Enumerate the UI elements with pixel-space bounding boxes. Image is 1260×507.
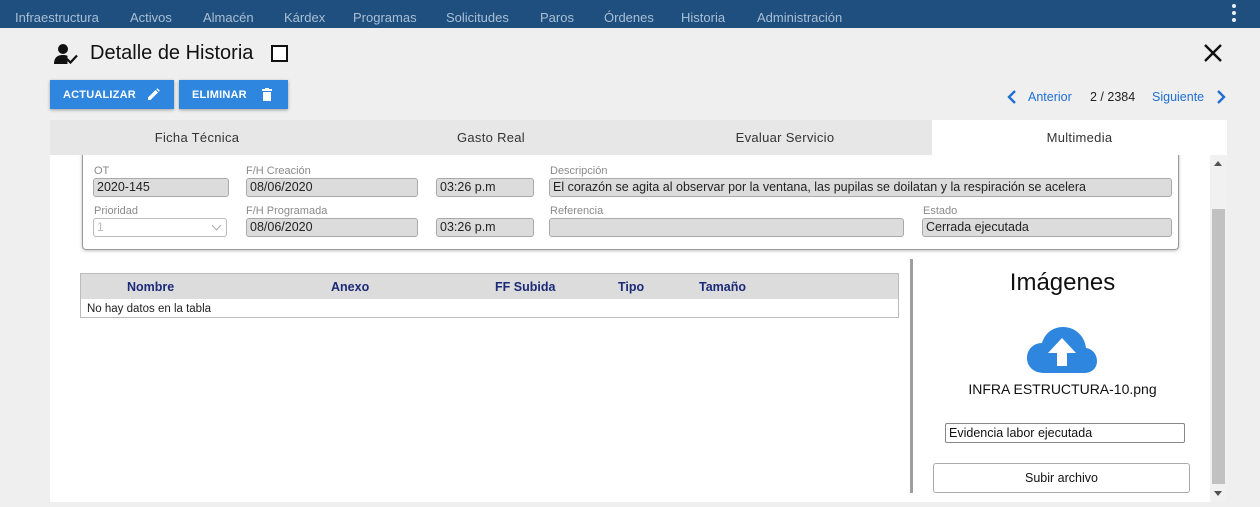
- images-title: Imágenes: [1009, 269, 1116, 296]
- ot-label: OT: [94, 165, 110, 177]
- more-vert-icon[interactable]: [1232, 4, 1236, 25]
- tab-bar: Ficha Técnica Gasto Real Evaluar Servici…: [50, 120, 1227, 155]
- tab-multimedia[interactable]: Multimedia: [932, 120, 1227, 155]
- nav-item-administracion[interactable]: Administración: [757, 10, 842, 25]
- reference-field: [549, 218, 904, 237]
- trash-icon: [262, 88, 272, 101]
- vertical-scrollbar[interactable]: [1210, 155, 1227, 502]
- previous-link[interactable]: Anterior: [1028, 90, 1072, 104]
- cloud-upload-icon[interactable]: [1026, 326, 1098, 374]
- column-anexo[interactable]: Anexo: [331, 280, 369, 294]
- chevron-left-icon[interactable]: [1006, 89, 1018, 105]
- nav-item-kardex[interactable]: Kárdex: [284, 10, 325, 25]
- priority-select: 1: [93, 218, 227, 237]
- chevron-down-icon: [211, 220, 222, 231]
- ot-field: 2020-145: [93, 178, 229, 197]
- attachments-table: Nombre Anexo FF Subida Tipo Tamaño No ha…: [80, 273, 899, 318]
- delete-button[interactable]: ELIMINAR: [179, 80, 288, 109]
- creation-label: F/H Creación: [246, 165, 311, 177]
- image-description-input[interactable]: Evidencia labor ejecutada: [945, 423, 1185, 443]
- nav-item-almacen[interactable]: Almacén: [203, 10, 254, 25]
- scrollbar-thumb[interactable]: [1212, 209, 1225, 484]
- tab-ficha-tecnica[interactable]: Ficha Técnica: [50, 120, 344, 155]
- column-nombre[interactable]: Nombre: [127, 280, 174, 294]
- reference-label: Referencia: [550, 205, 604, 217]
- update-button[interactable]: ACTUALIZAR: [50, 80, 174, 109]
- table-header: Nombre Anexo FF Subida Tipo Tamaño: [81, 274, 898, 299]
- column-tamano[interactable]: Tamaño: [699, 280, 746, 294]
- panel-divider: [910, 259, 913, 493]
- nav-item-activos[interactable]: Activos: [130, 10, 172, 25]
- nav-item-paros[interactable]: Paros: [540, 10, 574, 25]
- table-empty-message: No hay datos en la tabla: [87, 303, 212, 315]
- upload-file-button[interactable]: Subir archivo: [933, 463, 1190, 493]
- tab-evaluar-servicio[interactable]: Evaluar Servicio: [638, 120, 932, 155]
- status-field: Cerrada ejecutada: [922, 218, 1172, 237]
- multimedia-panel: OT 2020-145 F/H Creación 08/06/2020 03:2…: [50, 155, 1210, 502]
- page-title: Detalle de Historia: [90, 42, 254, 64]
- close-icon[interactable]: [1202, 42, 1224, 64]
- creation-time-field: 03:26 p.m: [436, 178, 534, 197]
- top-nav-bar: Infraestructura Activos Almacén Kárdex P…: [0, 0, 1260, 28]
- column-tipo[interactable]: Tipo: [618, 280, 644, 294]
- scheduled-label: F/H Programada: [246, 205, 328, 217]
- user-check-icon: [54, 44, 78, 65]
- priority-value: 1: [97, 220, 104, 234]
- image-file-name: INFRA ESTRUCTURA-10.png: [968, 381, 1157, 397]
- creation-date-field: 08/06/2020: [246, 178, 418, 197]
- header-checkbox[interactable]: [271, 45, 288, 62]
- delete-button-label: ELIMINAR: [192, 88, 247, 101]
- scroll-up-icon[interactable]: [1214, 161, 1222, 166]
- tab-gasto-real[interactable]: Gasto Real: [344, 120, 638, 155]
- record-position: 2 / 2384: [1090, 90, 1136, 104]
- update-button-label: ACTUALIZAR: [63, 88, 136, 101]
- nav-item-programas[interactable]: Programas: [353, 10, 417, 25]
- pencil-icon: [148, 88, 160, 100]
- scheduled-time-field: 03:26 p.m: [436, 218, 534, 237]
- nav-item-ordenes[interactable]: Órdenes: [604, 10, 654, 25]
- scroll-down-icon[interactable]: [1214, 491, 1222, 496]
- nav-item-infraestructura[interactable]: Infraestructura: [15, 10, 99, 25]
- chevron-right-icon[interactable]: [1215, 89, 1227, 105]
- nav-item-solicitudes[interactable]: Solicitudes: [446, 10, 509, 25]
- description-label: Descripción: [550, 165, 608, 177]
- nav-item-historia[interactable]: Historia: [681, 10, 725, 25]
- priority-label: Prioridad: [94, 205, 139, 217]
- column-ff-subida[interactable]: FF Subida: [495, 280, 555, 294]
- next-link[interactable]: Siguiente: [1152, 90, 1204, 104]
- status-label: Estado: [923, 205, 958, 217]
- description-field: El corazón se agita al observar por la v…: [549, 178, 1172, 197]
- scheduled-date-field: 08/06/2020: [246, 218, 418, 237]
